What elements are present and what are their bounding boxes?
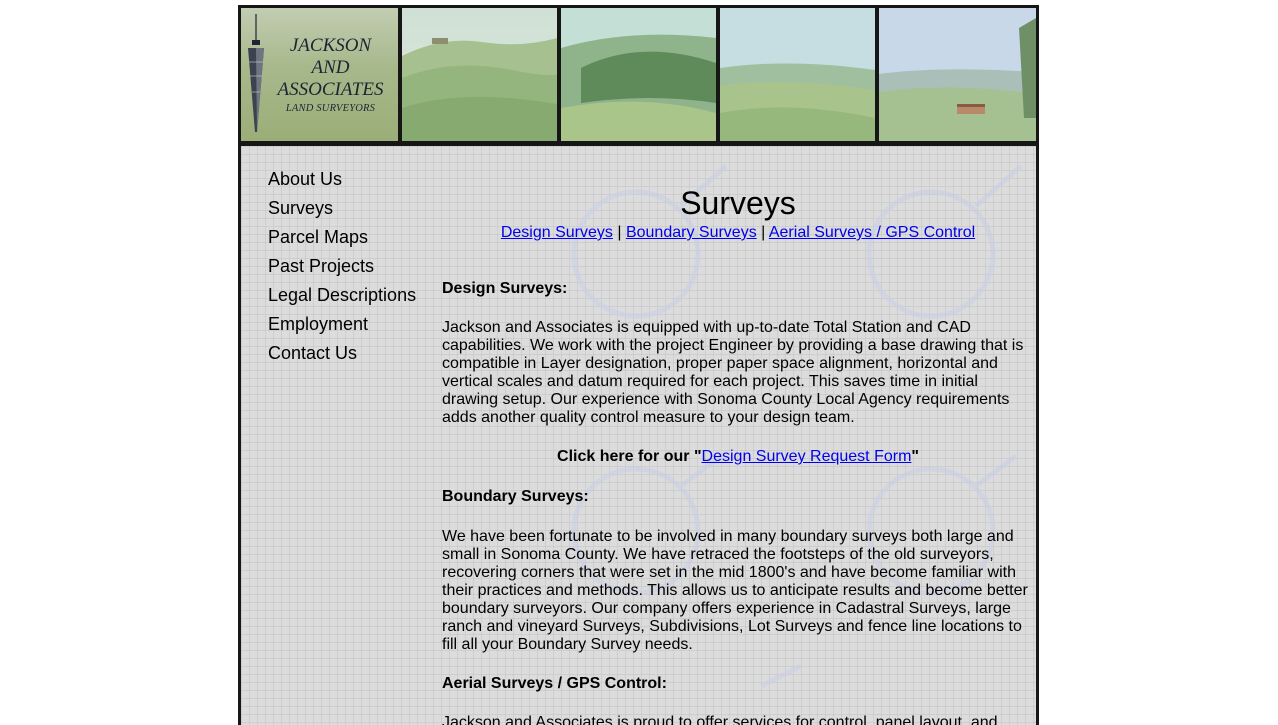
request-form-callout: Click here for our "Design Survey Reques…: [442, 447, 1034, 467]
cta-prefix: Click here for our ": [557, 448, 702, 465]
design-surveys-text: Jackson and Associates is equipped with …: [442, 319, 1024, 426]
cta-suffix: ": [911, 448, 919, 465]
content-area: About Us Surveys Parcel Maps Past Projec…: [241, 146, 1036, 725]
boundary-surveys-heading: Boundary Surveys:: [442, 488, 589, 505]
nav-item-legal-descriptions[interactable]: Legal Descriptions: [268, 284, 416, 313]
nav-item-contact-us[interactable]: Contact Us: [268, 342, 416, 371]
design-survey-request-form-link[interactable]: Design Survey Request Form: [702, 448, 912, 465]
page-title: Surveys: [680, 185, 796, 221]
logo-line-associates: ASSOCIATES: [277, 79, 384, 100]
landscape-photo-2: [561, 8, 716, 141]
nav-item-about-us[interactable]: About Us: [268, 168, 416, 197]
nav-item-past-projects[interactable]: Past Projects: [268, 255, 416, 284]
sidebar-nav: About Us Surveys Parcel Maps Past Projec…: [268, 168, 416, 371]
section-links: Design Surveys | Boundary Surveys | Aeri…: [442, 223, 1034, 243]
nav-item-surveys[interactable]: Surveys: [268, 197, 416, 226]
logo-line-jackson: JACKSON: [289, 35, 372, 56]
nav-item-employment[interactable]: Employment: [268, 313, 416, 342]
logo-line-land-surveyors: LAND SURVEYORS: [285, 103, 376, 114]
aerial-surveys-text: Jackson and Associates is proud to offer…: [442, 714, 998, 725]
link-separator: |: [617, 224, 622, 241]
logo-panel[interactable]: JACKSON AND ASSOCIATES LAND SURVEYORS: [241, 8, 398, 141]
header-banner: JACKSON AND ASSOCIATES LAND SURVEYORS: [241, 8, 1036, 141]
landscape-photo-1: [402, 8, 557, 141]
link-separator: |: [761, 224, 766, 241]
page-frame: JACKSON AND ASSOCIATES LAND SURVEYORS Ab…: [238, 5, 1039, 725]
link-boundary-surveys[interactable]: Boundary Surveys: [626, 224, 757, 241]
landscape-photo-4: [879, 8, 1036, 141]
design-surveys-heading: Design Surveys:: [442, 280, 568, 297]
logo-line-and: AND: [311, 57, 350, 78]
link-design-surveys[interactable]: Design Surveys: [501, 224, 613, 241]
nav-item-parcel-maps[interactable]: Parcel Maps: [268, 226, 416, 255]
landscape-photo-3: [720, 8, 875, 141]
boundary-surveys-text: We have been fortunate to be involved in…: [442, 528, 1028, 653]
link-aerial-surveys[interactable]: Aerial Surveys / GPS Control: [769, 224, 975, 241]
aerial-surveys-heading: Aerial Surveys / GPS Control:: [442, 675, 667, 692]
